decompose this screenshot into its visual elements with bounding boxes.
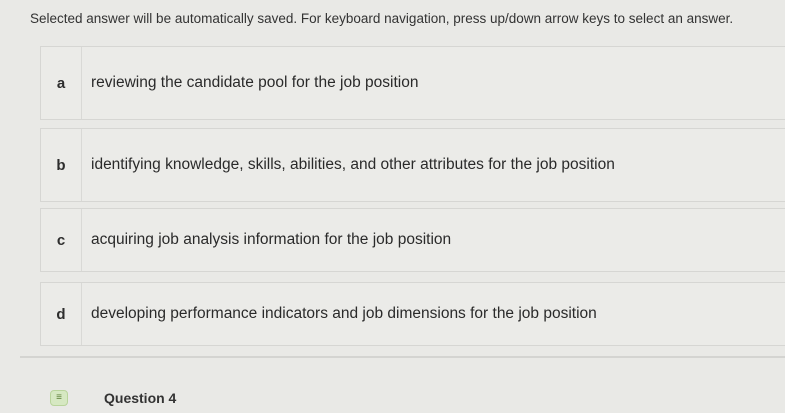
choice-letter-cell: a (41, 47, 82, 119)
section-divider (20, 356, 785, 358)
choice-letter: c (56, 231, 66, 249)
choice-text: identifying knowledge, skills, abilities… (91, 156, 615, 173)
question-title: Question 4 (104, 390, 177, 406)
choice-letter-cell: d (41, 283, 82, 345)
answer-choice-a[interactable]: a reviewing the candidate pool for the j… (40, 46, 785, 120)
choice-text: developing performance indicators and jo… (91, 305, 597, 322)
choice-letter: a (56, 74, 66, 92)
choice-letter-cell: c (41, 209, 82, 271)
choice-letter: b (56, 156, 66, 174)
question-header: ≡ Question 4 (50, 390, 176, 406)
answer-choice-d[interactable]: d developing performance indicators and … (40, 282, 785, 346)
answer-choice-c[interactable]: c acquiring job analysis information for… (40, 208, 785, 272)
choice-letter-cell: b (41, 129, 82, 201)
choice-text: acquiring job analysis information for t… (91, 231, 452, 248)
choice-letter: d (56, 305, 66, 323)
list-icon[interactable]: ≡ (50, 390, 68, 406)
answer-instructions: Selected answer will be automatically sa… (30, 11, 734, 26)
choice-text: reviewing the candidate pool for the job… (91, 74, 419, 91)
answer-choice-b[interactable]: b identifying knowledge, skills, abiliti… (40, 128, 785, 202)
